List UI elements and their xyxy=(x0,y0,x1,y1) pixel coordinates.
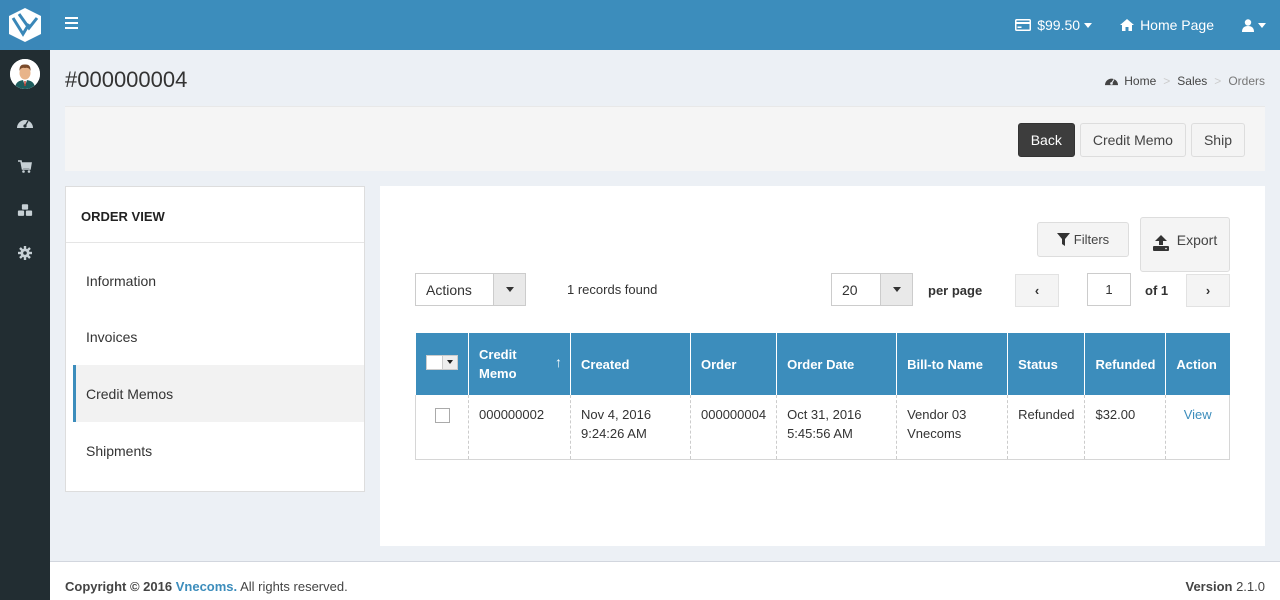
next-page-button[interactable]: › xyxy=(1186,274,1230,307)
caret-down-icon xyxy=(493,274,525,305)
breadcrumb: Home > Sales > Orders xyxy=(1105,74,1265,88)
avatar[interactable] xyxy=(10,59,40,89)
balance-dropdown[interactable]: $99.50 xyxy=(1001,0,1106,50)
cell-order-date: Oct 31, 2016 5:45:56 AM xyxy=(776,395,898,459)
version-number: 2.1.0 xyxy=(1236,579,1265,594)
view-link[interactable]: View xyxy=(1176,405,1219,424)
filters-button[interactable]: Filters xyxy=(1037,222,1129,257)
per-page-select[interactable]: 20 xyxy=(831,273,913,306)
cell-action: View xyxy=(1166,395,1230,459)
credit-card-icon xyxy=(1015,19,1032,31)
chevron-right-icon: › xyxy=(1205,283,1211,298)
logo-icon xyxy=(9,8,41,42)
order-view-panel: ORDER VIEW Information Invoices Credit M… xyxy=(65,186,365,492)
dashboard-icon[interactable] xyxy=(17,115,33,131)
home-page-link[interactable]: Home Page xyxy=(1106,0,1228,50)
version-info: Version 2.1.0 xyxy=(1185,579,1265,594)
user-menu[interactable] xyxy=(1228,0,1280,50)
cell-credit-memo: 000000002 xyxy=(468,395,571,459)
order-view-item-shipments[interactable]: Shipments xyxy=(66,422,364,479)
user-icon xyxy=(1242,18,1254,32)
mass-actions-select[interactable]: Actions xyxy=(415,273,526,306)
cell-status: Refunded xyxy=(1007,395,1086,459)
back-button[interactable]: Back xyxy=(1017,123,1075,157)
per-page-label: per page xyxy=(928,283,983,298)
shopping-cart-icon[interactable] xyxy=(17,158,33,174)
records-found: 1 records found xyxy=(567,282,658,297)
table-row: 000000002 Nov 4, 2016 9:24:26 AM 0000000… xyxy=(415,395,1230,459)
footer: Copyright © 2016 Vnecoms. All rights res… xyxy=(50,561,1280,600)
sidebar xyxy=(0,50,50,600)
logo[interactable] xyxy=(0,0,50,50)
column-header-order-date[interactable]: Order Date xyxy=(776,333,898,395)
settings-gear-icon[interactable] xyxy=(17,245,33,261)
breadcrumb-separator: > xyxy=(1214,74,1222,88)
cell-order: 000000004 xyxy=(690,395,778,459)
breadcrumb-orders: Orders xyxy=(1228,74,1265,88)
caret-down-icon xyxy=(880,274,912,305)
credit-memos-grid-panel: Filters Export Actions 1 records found 2… xyxy=(380,186,1265,546)
top-navbar: $99.50 Home Page xyxy=(50,0,1280,50)
credit-memo-button[interactable]: Credit Memo xyxy=(1079,123,1186,157)
previous-page-button[interactable]: ‹ xyxy=(1015,274,1059,307)
caret-down-icon xyxy=(1258,22,1266,28)
per-page-value: 20 xyxy=(842,281,858,298)
column-header-action: Action xyxy=(1165,333,1230,395)
ship-button[interactable]: Ship xyxy=(1190,123,1245,157)
filter-icon xyxy=(1056,233,1070,246)
column-header-bill-to-name[interactable]: Bill-to Name xyxy=(896,333,1009,395)
order-view-item-credit-memos[interactable]: Credit Memos xyxy=(73,365,364,422)
cell-bill-to-name: Vendor 03 Vnecoms xyxy=(896,395,1009,459)
mass-actions-value: Actions xyxy=(426,281,472,298)
column-header-created[interactable]: Created xyxy=(570,333,691,395)
products-cubes-icon[interactable] xyxy=(17,202,33,218)
caret-down-icon xyxy=(1084,22,1093,28)
page-title: #000000004 xyxy=(65,67,188,92)
total-pages: of 1 xyxy=(1145,283,1169,298)
column-header-order[interactable]: Order xyxy=(690,333,778,395)
chevron-left-icon: ‹ xyxy=(1034,283,1040,298)
breadcrumb-sales[interactable]: Sales xyxy=(1177,74,1207,88)
cell-refunded: $32.00 xyxy=(1084,395,1167,459)
credit-memos-table: Credit Memo ↑ Created Order Order Date B… xyxy=(415,333,1230,460)
copyright: Copyright © 2016 Vnecoms. All rights res… xyxy=(65,579,348,594)
mass-select-header xyxy=(415,333,469,395)
home-icon xyxy=(1120,19,1135,31)
column-header-refunded[interactable]: Refunded xyxy=(1084,333,1167,395)
breadcrumb-home[interactable]: Home xyxy=(1124,74,1156,88)
order-view-item-information[interactable]: Information xyxy=(66,252,364,309)
order-action-bar: Back Credit Memo Ship xyxy=(65,106,1265,171)
menu-toggle-icon[interactable] xyxy=(65,17,78,31)
cell-created: Nov 4, 2016 9:24:26 AM xyxy=(570,395,691,459)
column-header-status[interactable]: Status xyxy=(1007,333,1086,395)
order-view-heading: ORDER VIEW xyxy=(66,187,364,243)
home-page-label: Home Page xyxy=(1140,17,1214,33)
export-label: Export xyxy=(1176,232,1218,248)
order-view-item-invoices[interactable]: Invoices xyxy=(66,308,364,365)
balance-amount: $99.50 xyxy=(1037,17,1081,33)
upload-icon xyxy=(1152,235,1169,251)
dashboard-icon xyxy=(1105,76,1119,86)
current-page-input[interactable] xyxy=(1087,273,1131,306)
column-header-credit-memo[interactable]: Credit Memo ↑ xyxy=(468,333,571,395)
brand-link[interactable]: Vnecoms. xyxy=(176,579,237,594)
mass-select-dropdown[interactable] xyxy=(425,354,458,370)
breadcrumb-separator: > xyxy=(1163,74,1171,88)
filters-label: Filters xyxy=(1073,232,1110,247)
row-checkbox[interactable] xyxy=(434,408,450,423)
sort-ascending-icon: ↑ xyxy=(555,354,562,370)
export-button[interactable]: Export xyxy=(1140,217,1230,272)
